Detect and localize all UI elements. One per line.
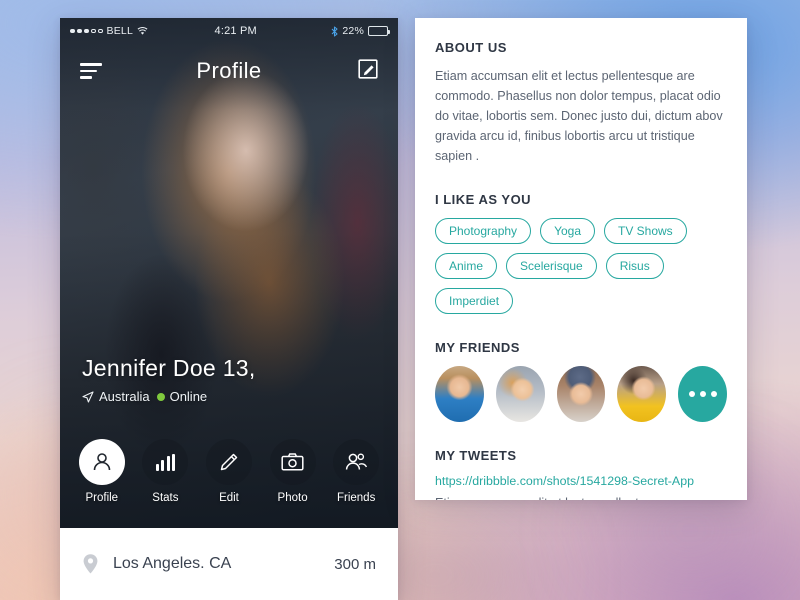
tab-photo-circle [269,439,316,485]
bar-chart-icon [155,453,176,471]
tab-edit-label: Edit [219,492,239,504]
friend-avatar-4[interactable] [617,366,667,422]
profile-country-label: Australia [99,389,150,404]
tab-photo-label: Photo [277,492,308,504]
profile-hero: BELL 4:21 PM 22% Profile Jennifer Doe 13… [60,18,398,528]
location-left: Los Angeles. CA [82,553,231,575]
profile-meta: Australia Online [82,389,256,404]
profile-info: Jennifer Doe 13, Australia Online [82,355,256,404]
location-distance-label: 300 m [334,555,376,573]
status-bar-left: BELL [70,25,148,37]
interest-tag[interactable]: Photography [435,218,532,244]
info-card: ABOUT US Etiam accumsan elit et lectus p… [415,18,747,500]
camera-icon [281,453,304,471]
tab-profile-label: Profile [85,492,119,504]
interest-tag[interactable]: TV Shows [604,218,687,244]
map-pin-icon [83,554,98,574]
tab-edit[interactable]: Edit [200,439,258,504]
tweet-link[interactable]: https://dribbble.com/shots/1541298-Secre… [435,474,727,488]
two-people-icon [346,453,368,470]
friends-avatar-list [435,366,727,422]
tab-edit-circle [205,439,252,485]
friends-section-title: MY FRIENDS [435,340,520,355]
tab-friends[interactable]: Friends [327,439,385,504]
online-status-dot [156,392,165,401]
nav-bar: Profile [60,44,398,98]
profile-location: Australia [82,389,150,404]
navigation-arrow-icon [82,390,94,403]
compose-edit-icon[interactable] [358,58,378,84]
likes-section-title: I LIKE AS YOU [435,192,532,207]
tab-stats-circle [142,439,189,485]
tab-stats-label: Stats [152,492,179,504]
interest-tag[interactable]: Yoga [540,218,595,244]
profile-status-label: Online [169,389,208,404]
battery-icon [368,26,390,36]
bluetooth-icon [331,25,338,37]
tab-stats[interactable]: Stats [136,439,194,504]
tab-photo[interactable]: Photo [264,439,322,504]
tweets-section-title: MY TWEETS [435,448,517,463]
tab-friends-circle [333,439,380,485]
interest-tag[interactable]: Scelerisque [506,253,597,279]
status-bar: BELL 4:21 PM 22% [60,18,398,44]
location-place-label: Los Angeles. CA [113,555,232,572]
phone-mockup: BELL 4:21 PM 22% Profile Jennifer Doe 13… [60,18,398,600]
hamburger-menu-icon[interactable] [80,63,102,79]
location-bar[interactable]: Los Angeles. CA 300 m [60,528,398,600]
page-title: Profile [196,58,262,83]
battery-percent-label: 22% [342,25,364,37]
carrier-label: BELL [106,25,133,37]
tab-bar: Profile Stats Edit Photo Friends [60,439,398,504]
friend-avatar-1[interactable] [435,366,484,422]
interest-tag[interactable]: Risus [605,253,664,279]
more-friends-button[interactable] [678,366,727,422]
signal-strength-icon [70,28,103,34]
interest-tag[interactable]: Anime [435,253,498,279]
person-icon [93,453,111,471]
profile-name: Jennifer Doe 13, [82,355,256,381]
friend-avatar-3[interactable] [556,366,606,422]
interest-tag[interactable]: Imperdiet [435,288,514,314]
about-section-text: Etiam accumsan elit et lectus pellentesq… [435,69,723,163]
tab-friends-label: Friends [336,492,376,504]
about-section-title: ABOUT US [435,40,507,55]
tab-profile-circle [78,439,125,485]
status-bar-right: 22% [331,25,390,37]
tweet-text: Etiam accumsan elit et lectus pellentesq… [435,493,727,500]
interest-tag-list: Photography Yoga TV Shows Anime Scelerisque R… [435,218,727,314]
pencil-icon [220,453,238,471]
status-bar-time: 4:21 PM [214,25,257,37]
friend-avatar-2[interactable] [495,366,545,422]
tab-profile[interactable]: Profile [73,439,131,504]
profile-status: Online [156,389,208,404]
